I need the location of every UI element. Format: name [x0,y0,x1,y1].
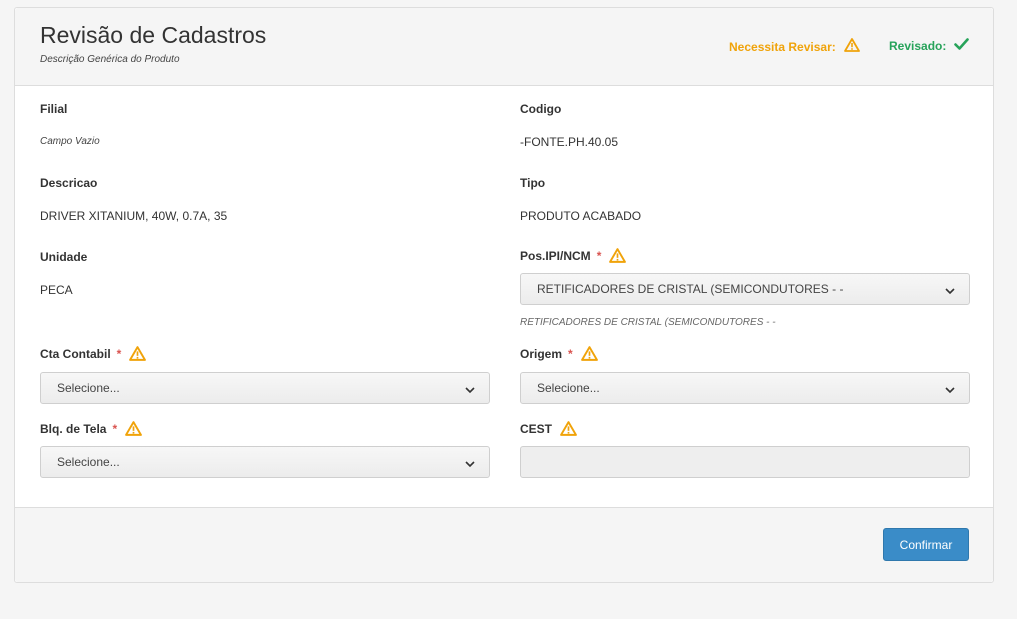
blq-tela-label: Blq. de Tela * [40,421,143,436]
warning-triangle-icon [843,38,860,55]
legend-reviewed: Revisado: [889,38,970,53]
cest-label: CEST [520,421,577,436]
chevron-down-icon [945,284,955,298]
posipi-label: Pos.IPI/NCM * [520,248,627,263]
chevron-down-icon [465,383,475,397]
warning-triangle-icon [125,421,143,436]
required-marker: * [112,421,118,436]
checkmark-icon [954,38,970,53]
legend-needs-review: Necessita Revisar: [729,38,860,55]
page-subtitle: Descrição Genérica do Produto [40,54,180,65]
cest-input[interactable] [520,446,970,478]
legend-reviewed-label: Revisado: [889,38,947,53]
filial-value: Campo Vazio [40,136,100,147]
warning-triangle-icon [580,346,598,361]
codigo-value: -FONTE.PH.40.05 [520,135,619,149]
chevron-down-icon [945,383,955,397]
descricao-value: DRIVER XITANIUM, 40W, 0.7A, 35 [40,209,228,223]
origem-select[interactable]: Selecione... [520,372,970,404]
required-marker: * [568,346,573,361]
confirm-button[interactable]: Confirmar [883,528,969,561]
warning-triangle-icon [129,346,147,361]
review-card: Revisão de Cadastros Descrição Genérica … [14,7,994,583]
origem-label: Origem * [520,346,598,361]
warning-triangle-icon [609,248,627,263]
chevron-down-icon [465,457,475,471]
codigo-label: Codigo [520,102,562,116]
required-marker: * [596,248,602,263]
warning-triangle-icon [560,421,577,436]
posipi-select[interactable]: RETIFICADORES DE CRISTAL (SEMICONDUTORES… [520,273,970,305]
blq-tela-select[interactable]: Selecione... [40,446,490,478]
filial-label: Filial [40,102,68,116]
posipi-hint: RETIFICADORES DE CRISTAL (SEMICONDUTORES… [520,317,776,328]
card-footer: Confirmar [15,507,993,582]
unidade-value: PECA [40,283,73,297]
tipo-value: PRODUTO ACABADO [520,209,642,223]
legend-needs-review-label: Necessita Revisar: [729,39,836,54]
card-header: Revisão de Cadastros Descrição Genérica … [15,8,993,86]
tipo-label: Tipo [520,176,546,190]
origem-selected-value: Selecione... [537,381,600,395]
required-marker: * [116,346,122,361]
page-title: Revisão de Cadastros [40,22,267,48]
cta-contabil-selected-value: Selecione... [57,381,120,395]
cta-contabil-select[interactable]: Selecione... [40,372,490,404]
posipi-selected-value: RETIFICADORES DE CRISTAL (SEMICONDUTORES… [537,282,844,296]
unidade-label: Unidade [40,250,88,264]
descricao-label: Descricao [40,176,98,190]
cta-contabil-label: Cta Contabil * [40,346,147,361]
blq-tela-selected-value: Selecione... [57,455,120,469]
